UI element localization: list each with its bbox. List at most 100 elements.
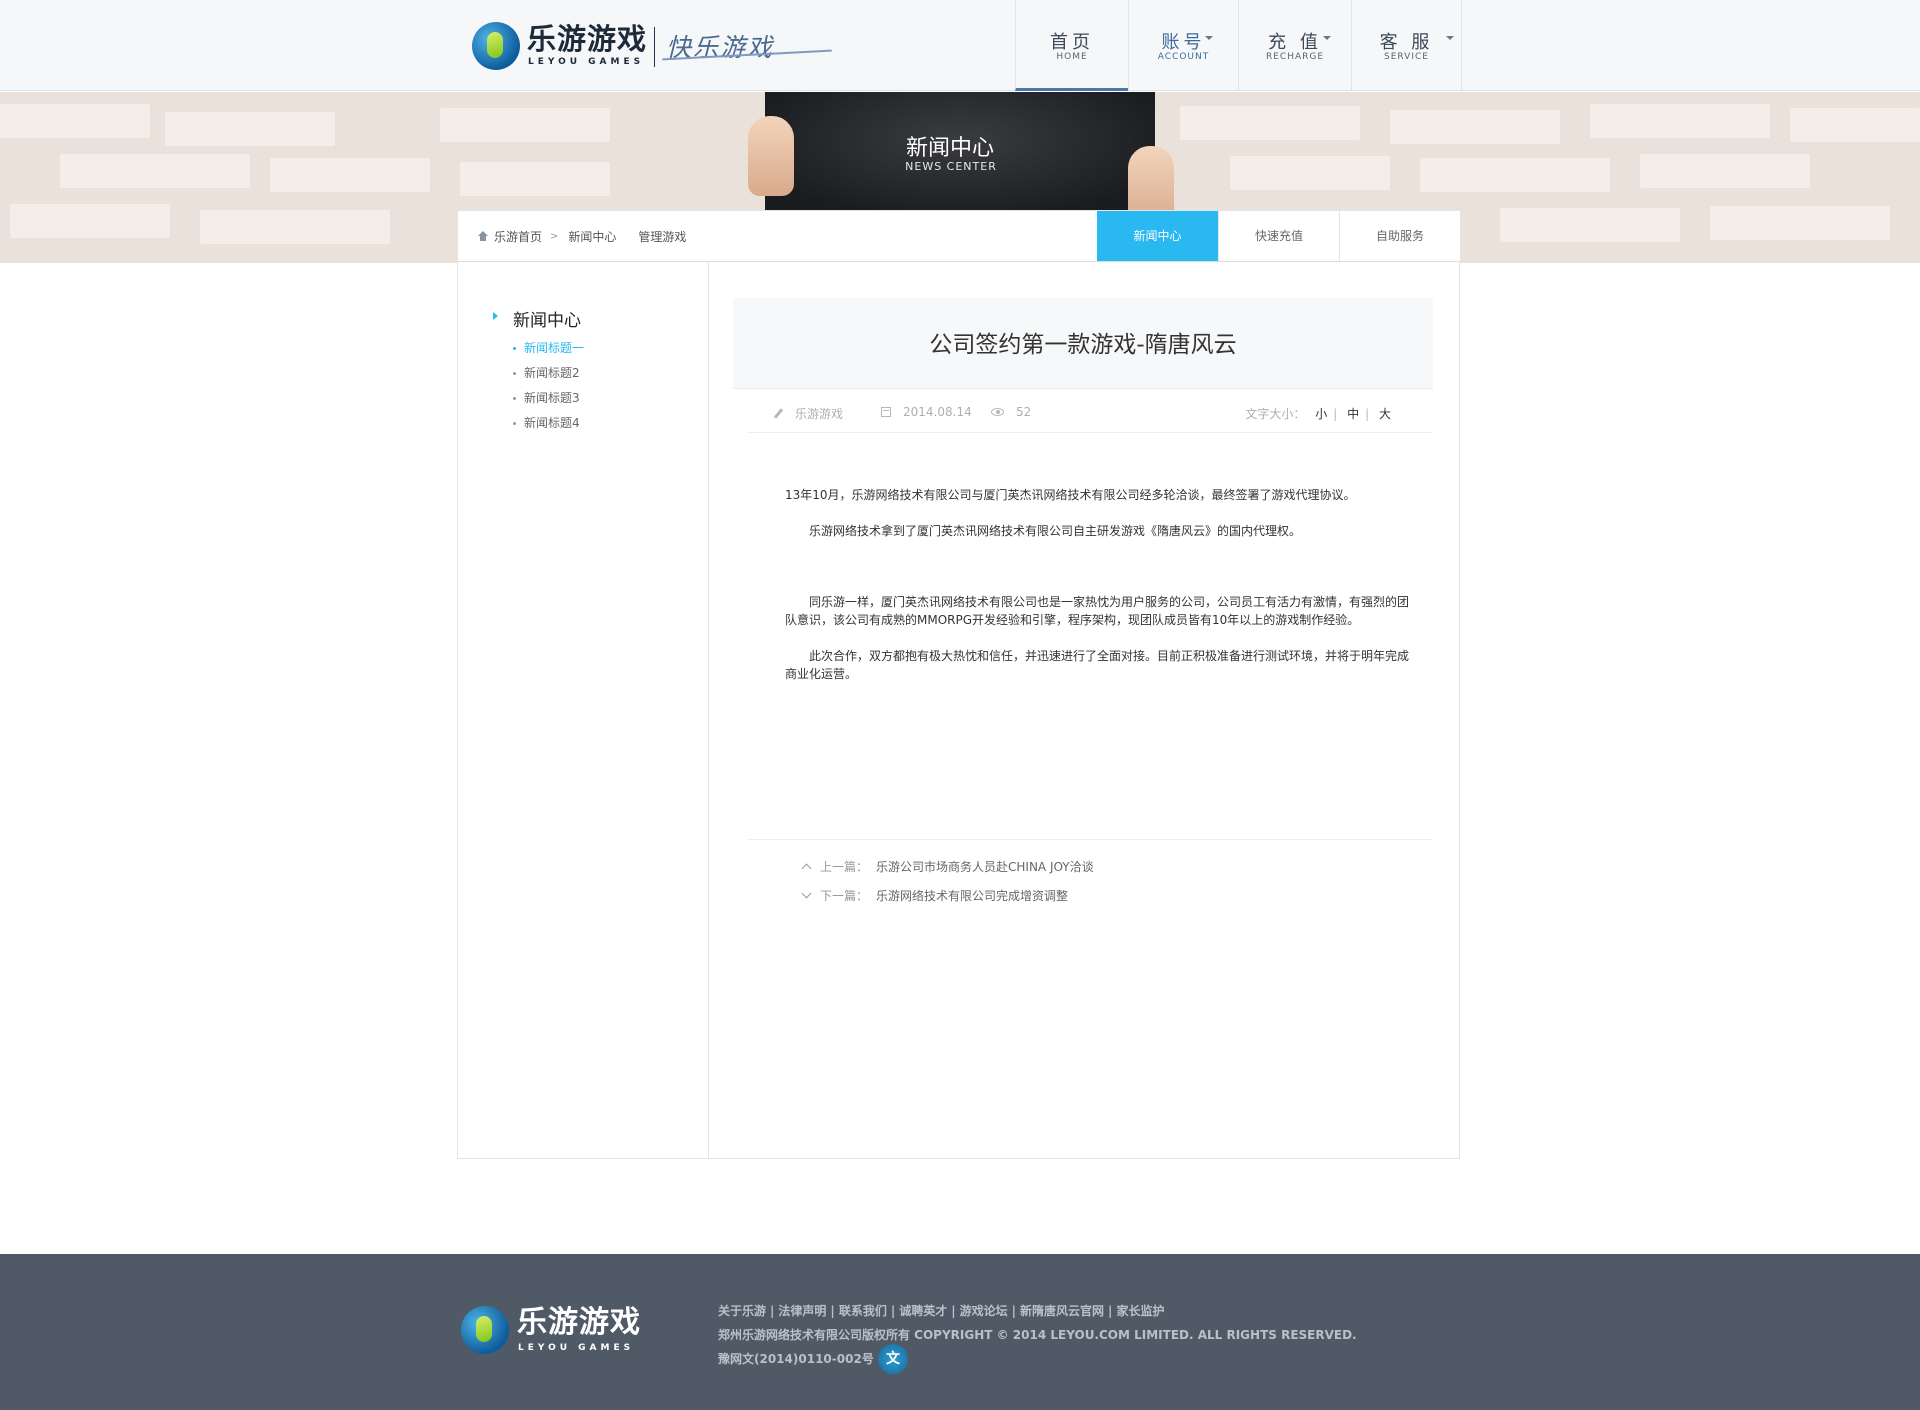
- article-header: 公司签约第一款游戏-隋唐风云: [733, 298, 1433, 389]
- footer-link-legal[interactable]: 法律声明: [778, 1304, 826, 1318]
- banner-brick: [1590, 104, 1770, 138]
- footer-link-contact[interactable]: 联系我们: [839, 1304, 887, 1318]
- link-separator: |: [951, 1304, 956, 1318]
- article-title: 公司签约第一款游戏-隋唐风云: [929, 332, 1237, 358]
- breadcrumb-home[interactable]: 乐游首页: [494, 228, 542, 245]
- views-text: 52: [1016, 405, 1032, 419]
- license-text: 豫网文(2014)0110-002号: [718, 1352, 874, 1366]
- tab-recharge[interactable]: 快速充值: [1218, 211, 1339, 262]
- nav-recharge-sublabel: RECHARGE: [1265, 52, 1325, 62]
- sidebar-item-news-4[interactable]: 新闻标题4: [513, 411, 584, 436]
- font-size-label: 文字大小：: [1245, 407, 1306, 421]
- banner-brick: [1420, 158, 1610, 192]
- banner-brick: [270, 158, 430, 192]
- article-paragraph: 乐游网络技术拿到了厦门英杰讯网络技术有限公司自主研发游戏《隋唐风云》的国内代理权…: [785, 524, 1302, 538]
- next-title[interactable]: 乐游网络技术有限公司完成增资调整: [876, 887, 1068, 904]
- next-article-link[interactable]: 下一篇： 乐游网络技术有限公司完成增资调整: [801, 887, 1068, 904]
- tab-self-service[interactable]: 自助服务: [1339, 211, 1460, 262]
- font-size-medium[interactable]: 中: [1347, 407, 1359, 421]
- banner-brick: [440, 108, 610, 142]
- breadcrumb-bar: 乐游首页 > 新闻中心 管理游戏 新闻中心 快速充值 自助服务: [457, 210, 1460, 269]
- banner-hand-left: [748, 116, 794, 196]
- article-paragraph: 同乐游一样，厦门英杰讯网络技术有限公司也是一家热忱为用户服务的公司，公司员工有活…: [785, 595, 1410, 627]
- nav-home-label: 首页: [1050, 32, 1094, 53]
- site-logo[interactable]: 乐游游戏 LEYOU GAMES: [472, 22, 647, 70]
- banner-brick: [1640, 154, 1810, 188]
- nav-recharge[interactable]: 充 值 RECHARGE: [1238, 0, 1351, 91]
- link-separator: |: [830, 1304, 835, 1318]
- footer-logo-text: 乐游游戏: [517, 1305, 641, 1340]
- main-nav: 首页 HOME 账号 ACCOUNT 充 值 RECHARGE 客 服 SERV…: [1015, 0, 1462, 91]
- logo-subtext: LEYOU GAMES: [528, 57, 645, 67]
- breadcrumb-news[interactable]: 新闻中心: [568, 228, 616, 245]
- banner-brick: [1790, 108, 1920, 142]
- nav-home[interactable]: 首页 HOME: [1015, 0, 1128, 91]
- footer-link-jobs[interactable]: 诚聘英才: [899, 1304, 947, 1318]
- prev-label: 上一篇：: [820, 860, 869, 874]
- nav-account-label: 账号: [1161, 32, 1206, 53]
- chevron-down-icon: [1205, 36, 1213, 40]
- article-paragraph: 13年10月，乐游网络技术有限公司与厦门英杰讯网络技术有限公司经多轮洽谈，最终签…: [785, 488, 1356, 502]
- tab-news[interactable]: 新闻中心: [1097, 211, 1218, 269]
- breadcrumb-separator: >: [550, 230, 559, 242]
- footer-link-about[interactable]: 关于乐游: [718, 1304, 766, 1318]
- chevron-down-icon: [801, 888, 812, 899]
- footer-logo[interactable]: 乐游游戏 LEYOU GAMES: [461, 1306, 651, 1356]
- caret-right-icon: [493, 312, 498, 320]
- prev-next-nav: 上一篇： 乐游公司市场商务人员赴CHINA JOY洽谈 下一篇： 乐游网络技术有…: [747, 839, 1433, 903]
- chevron-up-icon: [801, 863, 812, 874]
- nav-account-sublabel: ACCOUNT: [1157, 52, 1210, 62]
- font-size-small[interactable]: 小: [1315, 407, 1327, 421]
- footer-link-forum[interactable]: 游戏论坛: [960, 1304, 1008, 1318]
- banner-brick: [10, 204, 170, 238]
- nav-service[interactable]: 客 服 SERVICE: [1351, 0, 1462, 91]
- eye-icon: [991, 408, 1004, 416]
- sidebar-item-news-1[interactable]: 新闻标题一: [513, 336, 584, 361]
- font-size-large[interactable]: 大: [1379, 407, 1391, 421]
- section-tabs: 新闻中心 快速充值 自助服务: [1097, 211, 1460, 269]
- meta-date: 2014.08.14: [881, 405, 972, 419]
- banner-brick: [1230, 156, 1390, 190]
- meta-views: 52: [991, 405, 1031, 419]
- sidebar-item-news-2[interactable]: 新闻标题2: [513, 361, 584, 386]
- nav-account[interactable]: 账号 ACCOUNT: [1128, 0, 1238, 91]
- banner-subtitle: NEWS CENTER: [905, 160, 997, 173]
- banner-brick: [200, 210, 390, 244]
- footer-link-parental[interactable]: 家长监护: [1116, 1304, 1164, 1318]
- prev-title[interactable]: 乐游公司市场商务人员赴CHINA JOY洽谈: [876, 858, 1094, 875]
- banner-title: 新闻中心: [905, 136, 994, 161]
- nav-service-label: 客 服: [1379, 32, 1434, 53]
- banner-brick: [1500, 208, 1680, 242]
- banner-brick: [0, 104, 150, 138]
- sidebar-list: 新闻标题一 新闻标题2 新闻标题3 新闻标题4: [513, 336, 584, 436]
- banner-chalkboard: 新闻中心 NEWS CENTER: [765, 92, 1155, 210]
- site-footer: 乐游游戏 LEYOU GAMES 关于乐游 | 法律声明 | 联系我们 | 诚聘英才 | 游戏论…: [0, 1254, 1920, 1410]
- link-separator: |: [890, 1304, 896, 1318]
- divider: |: [1365, 407, 1370, 421]
- calendar-icon: [881, 407, 891, 417]
- banner-brick: [460, 162, 610, 196]
- content-frame: 新闻中心 新闻标题一 新闻标题2 新闻标题3 新闻标题4 公司签约第一款游戏-隋…: [457, 261, 1460, 1159]
- nav-recharge-label: 充 值: [1268, 32, 1322, 53]
- banner-brick: [1180, 106, 1360, 140]
- copyright-text: 郑州乐游网络技术有限公司版权所有 COPYRIGHT © 2014 LEYOU.…: [718, 1328, 1357, 1342]
- link-separator: |: [1011, 1304, 1017, 1318]
- divider: |: [1333, 407, 1338, 421]
- sidebar-item-news-3[interactable]: 新闻标题3: [513, 386, 584, 411]
- pencil-icon: [773, 409, 783, 419]
- article-meta: 乐游游戏 2014.08.14 52 文字大小： 小 | 中 | 大: [747, 390, 1433, 433]
- banner-brick: [165, 112, 335, 146]
- article-body: 13年10月，乐游网络技术有限公司与厦门英杰讯网络技术有限公司经多轮洽谈，最终签…: [785, 486, 1415, 701]
- footer-link-official-site[interactable]: 新隋唐风云官网: [1020, 1304, 1104, 1318]
- date-text: 2014.08.14: [903, 405, 972, 419]
- prev-article-link[interactable]: 上一篇： 乐游公司市场商务人员赴CHINA JOY洽谈: [801, 858, 1094, 875]
- sidebar: 新闻中心 新闻标题一 新闻标题2 新闻标题3 新闻标题4: [458, 262, 709, 1158]
- banner-brick: [1390, 110, 1560, 144]
- culture-license-icon[interactable]: 文: [878, 1344, 908, 1374]
- sidebar-title[interactable]: 新闻中心: [513, 306, 581, 331]
- breadcrumb-games[interactable]: 管理游戏: [638, 228, 686, 245]
- author-text: 乐游游戏: [795, 407, 844, 421]
- breadcrumb: 乐游首页 > 新闻中心 管理游戏: [478, 211, 700, 261]
- site-header: 乐游游戏 LEYOU GAMES 快乐游戏 首页 HOME 账号 ACCOUNT…: [0, 0, 1920, 91]
- nav-service-sublabel: SERVICE: [1384, 52, 1429, 62]
